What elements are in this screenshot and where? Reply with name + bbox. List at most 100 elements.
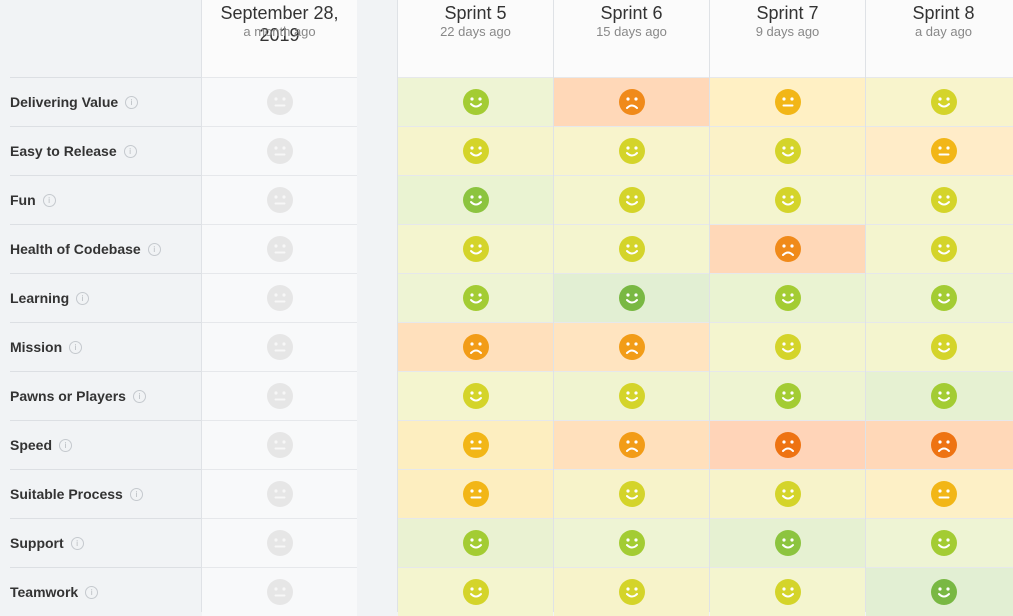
rating-cell[interactable] — [554, 322, 709, 371]
rating-cell[interactable] — [710, 77, 865, 126]
rating-cell[interactable] — [202, 420, 357, 469]
column-header[interactable]: Sprint 79 days ago — [710, 0, 865, 77]
rating-cell[interactable] — [710, 273, 865, 322]
rating-cell[interactable] — [554, 371, 709, 420]
rating-cell[interactable] — [398, 224, 553, 273]
rating-cell[interactable] — [554, 567, 709, 616]
rating-cell[interactable] — [554, 77, 709, 126]
rating-cell[interactable] — [398, 518, 553, 567]
rating-cell[interactable] — [866, 567, 1013, 616]
happy-face-icon — [774, 383, 801, 409]
info-icon[interactable]: i — [59, 438, 73, 452]
rating-cell[interactable] — [554, 224, 709, 273]
info-icon[interactable]: i — [76, 291, 90, 305]
rating-cell[interactable] — [398, 175, 553, 224]
row-label: Support i — [10, 518, 201, 567]
rating-cell[interactable] — [398, 420, 553, 469]
column-title: Sprint 6 — [600, 3, 663, 23]
rating-cell[interactable] — [202, 322, 357, 371]
rating-cell[interactable] — [710, 224, 865, 273]
happy-face-icon — [462, 138, 489, 164]
rating-cell[interactable] — [398, 273, 553, 322]
rating-cell[interactable] — [710, 175, 865, 224]
info-icon[interactable]: i — [129, 487, 143, 501]
rating-cell[interactable] — [710, 322, 865, 371]
neutral-face-icon — [266, 579, 293, 605]
row-label-text: Easy to Release — [10, 143, 117, 159]
rating-cell[interactable] — [710, 371, 865, 420]
rating-cell[interactable] — [398, 322, 553, 371]
rating-cell[interactable] — [866, 371, 1013, 420]
sad-face-icon — [618, 89, 645, 115]
info-icon[interactable]: i — [147, 242, 161, 256]
rating-cell[interactable] — [710, 469, 865, 518]
column-title: Sprint 7 — [756, 3, 819, 23]
info-icon[interactable]: i — [69, 340, 83, 354]
sad-face-icon — [618, 334, 645, 360]
rating-cell[interactable] — [202, 469, 357, 518]
rating-cell[interactable] — [554, 175, 709, 224]
rating-cell[interactable] — [398, 371, 553, 420]
rating-cell[interactable] — [398, 77, 553, 126]
sad-face-icon — [618, 432, 645, 458]
row-label-text: Support — [10, 535, 64, 551]
rating-cell[interactable] — [866, 224, 1013, 273]
sprint-column: Sprint 6 15 days ago — [553, 0, 709, 616]
sprint-column: Sprint 8a day ago — [865, 0, 1013, 616]
rating-cell[interactable] — [398, 126, 553, 175]
neutral-face-icon — [462, 481, 489, 507]
rating-cell[interactable] — [866, 469, 1013, 518]
happy-face-icon — [930, 236, 957, 262]
rating-cell[interactable] — [866, 518, 1013, 567]
rating-cell[interactable] — [866, 77, 1013, 126]
rating-cell[interactable] — [554, 126, 709, 175]
happy-face-icon — [618, 481, 645, 507]
rating-cell[interactable] — [866, 126, 1013, 175]
rating-cell[interactable] — [554, 469, 709, 518]
neutral-face-icon — [774, 89, 801, 115]
row-label-text: Pawns or Players — [10, 388, 126, 404]
rating-cell[interactable] — [202, 273, 357, 322]
rating-cell[interactable] — [554, 518, 709, 567]
info-icon[interactable]: i — [132, 389, 146, 403]
happy-face-icon — [618, 383, 645, 409]
happy-face-icon — [462, 530, 489, 556]
info-icon[interactable]: i — [125, 95, 139, 109]
sad-face-icon — [774, 432, 801, 458]
column-header[interactable]: Sprint 6 15 days ago — [554, 0, 709, 77]
info-icon[interactable]: i — [70, 536, 84, 550]
rating-cell[interactable] — [202, 224, 357, 273]
rating-cell[interactable] — [554, 273, 709, 322]
rating-cell[interactable] — [202, 175, 357, 224]
happy-face-icon — [774, 285, 801, 311]
happy-face-icon — [774, 481, 801, 507]
neutral-face-icon — [266, 187, 293, 213]
rating-cell[interactable] — [866, 420, 1013, 469]
rating-cell[interactable] — [866, 175, 1013, 224]
info-icon[interactable]: i — [123, 144, 137, 158]
rating-cell[interactable] — [710, 420, 865, 469]
rating-cell[interactable] — [202, 567, 357, 616]
rating-cell[interactable] — [202, 371, 357, 420]
happy-face-icon — [462, 383, 489, 409]
rating-cell[interactable] — [202, 77, 357, 126]
row-label: Easy to Release i — [10, 126, 201, 175]
rating-cell[interactable] — [710, 518, 865, 567]
rating-cell[interactable] — [202, 126, 357, 175]
happy-face-icon — [462, 285, 489, 311]
rating-cell[interactable] — [398, 567, 553, 616]
info-icon[interactable]: i — [42, 193, 56, 207]
rating-cell[interactable] — [554, 420, 709, 469]
column-header[interactable]: September 28, 2019 a month ago — [202, 0, 357, 77]
neutral-face-icon — [930, 481, 957, 507]
rating-cell[interactable] — [710, 567, 865, 616]
rating-cell[interactable] — [398, 469, 553, 518]
row-label: Delivering Value i — [10, 77, 201, 126]
rating-cell[interactable] — [202, 518, 357, 567]
info-icon[interactable]: i — [85, 585, 99, 599]
column-header[interactable]: Sprint 8a day ago — [866, 0, 1013, 77]
rating-cell[interactable] — [866, 322, 1013, 371]
rating-cell[interactable] — [710, 126, 865, 175]
rating-cell[interactable] — [866, 273, 1013, 322]
column-header[interactable]: Sprint 5 22 days ago — [398, 0, 553, 77]
